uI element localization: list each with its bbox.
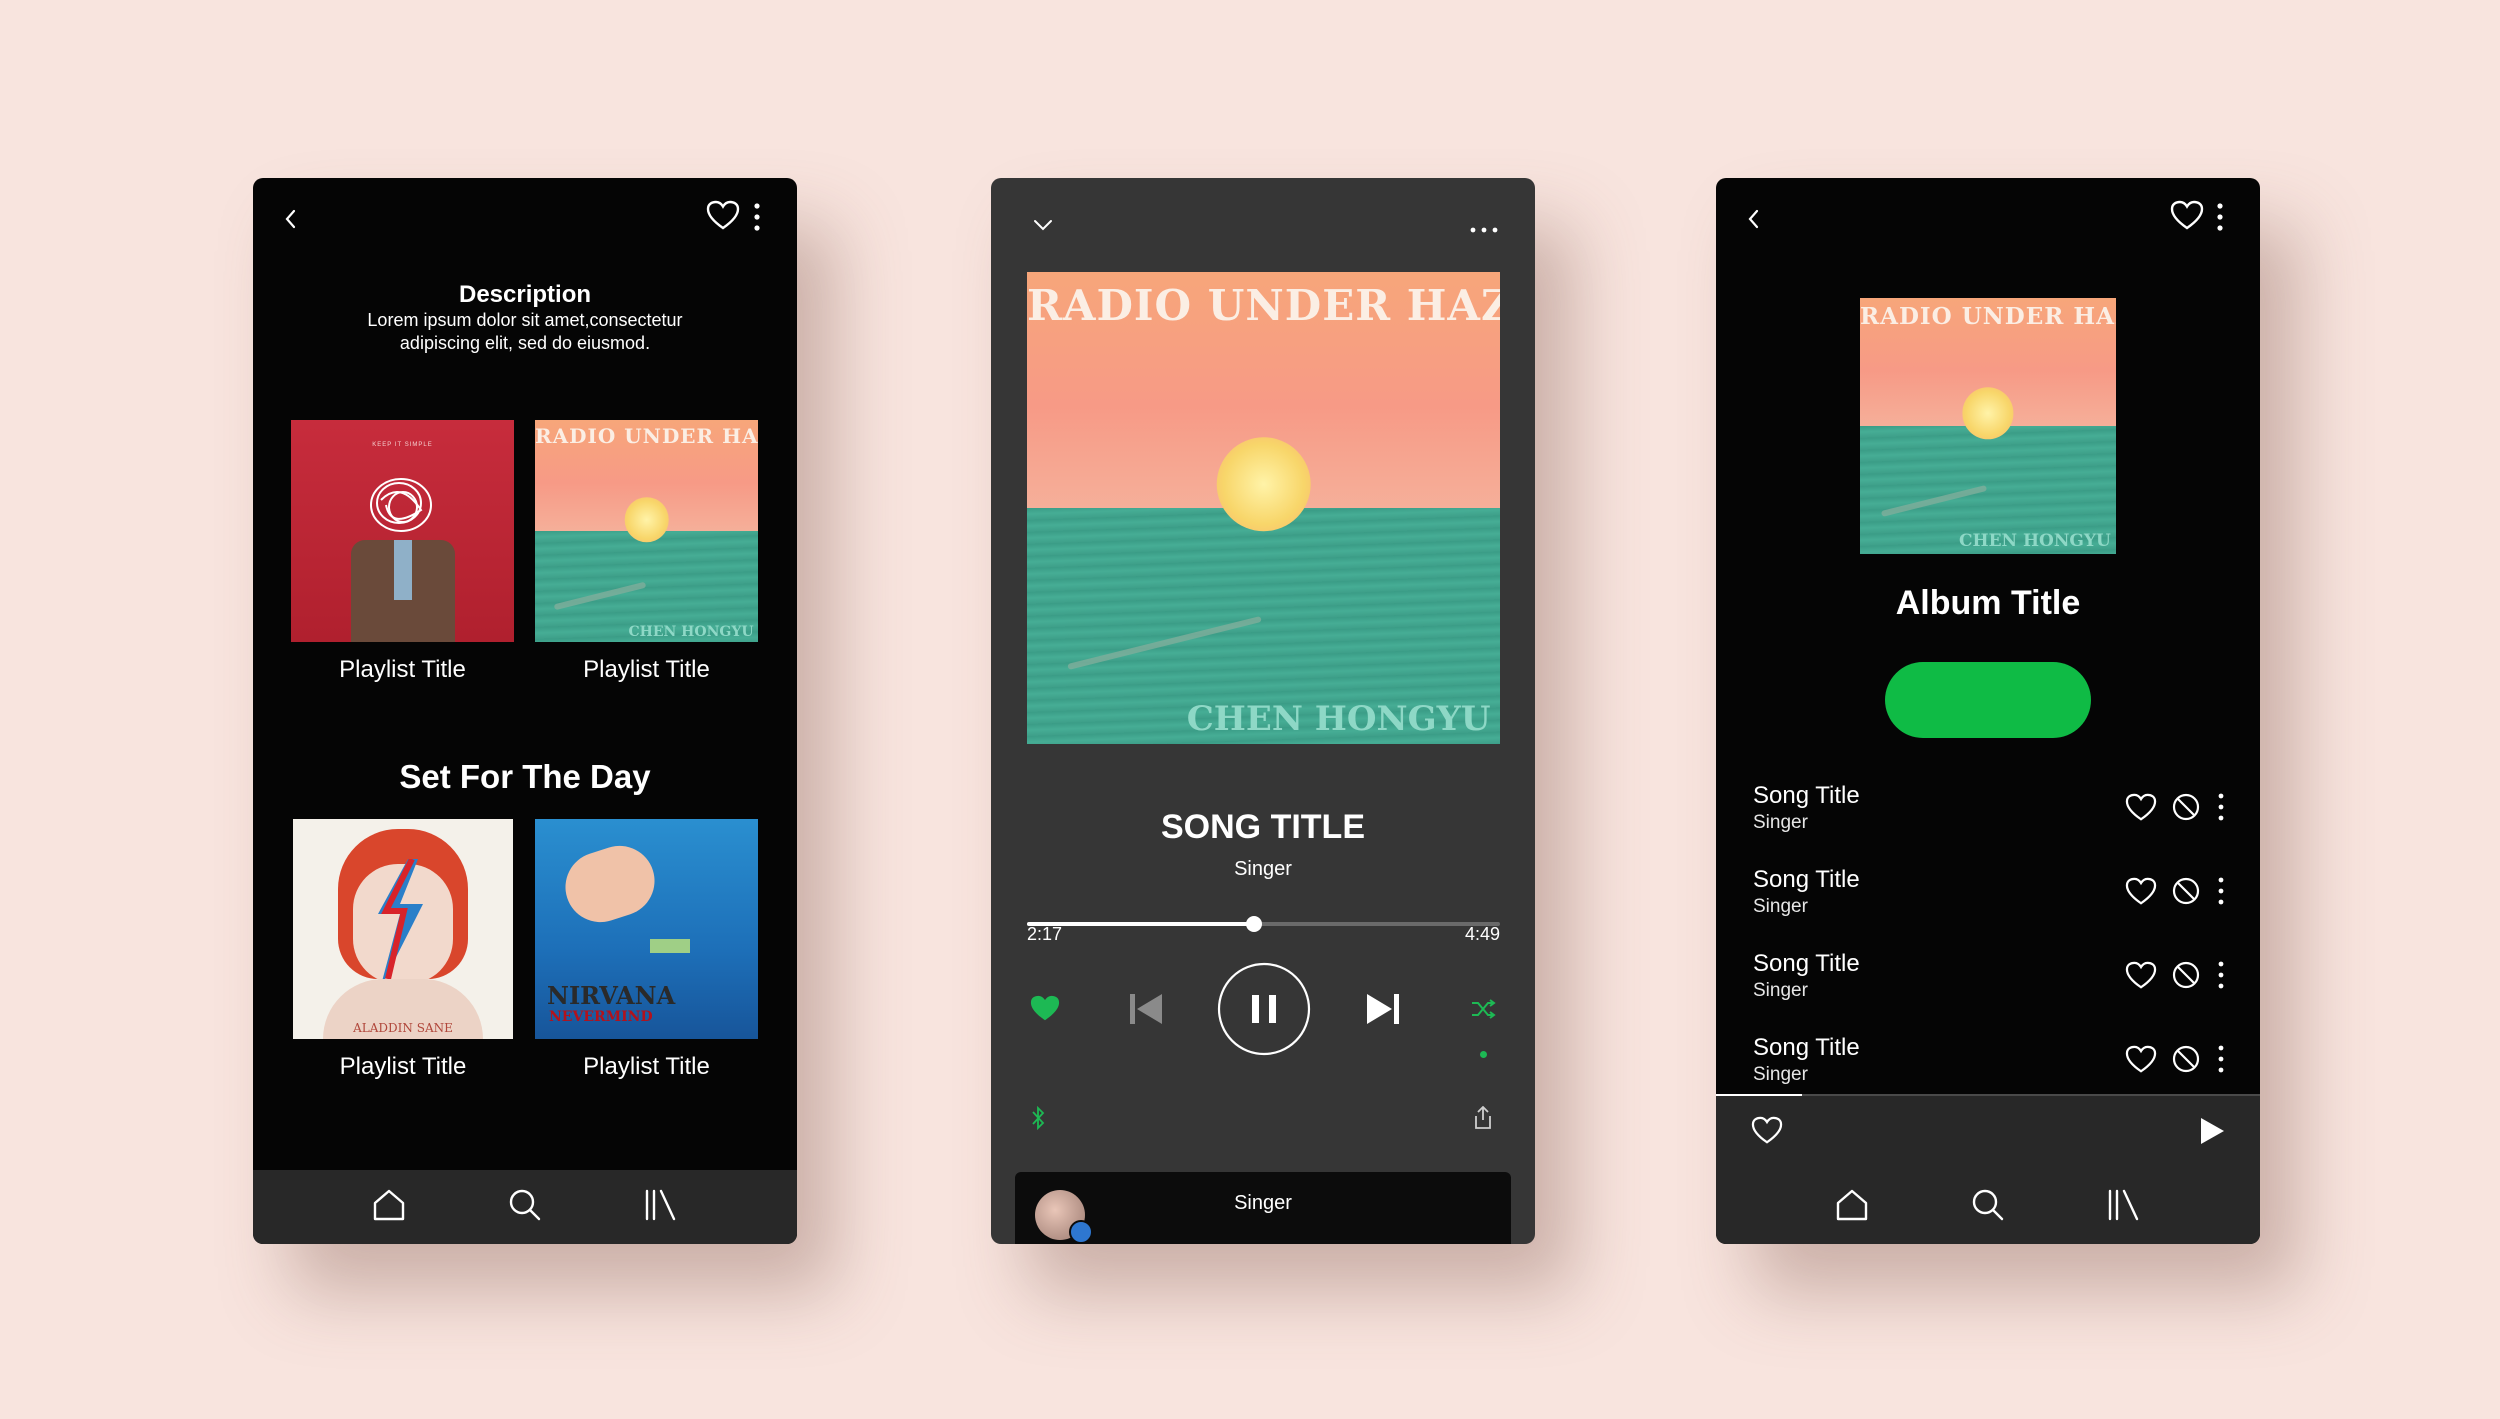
playlist-card[interactable]: NIRVANA NEVERMIND Playlist Title [535,819,758,1089]
heart-icon[interactable] [2125,961,2157,991]
more-horizontal-icon[interactable] [1469,226,1499,234]
search-icon[interactable] [1971,1188,2005,1222]
scribble-head-graphic [370,478,432,532]
cover-art-text: KEEP IT SIMPLE [372,442,433,448]
now-playing-screen: RADIO UNDER HAZE CHEN HONGYU SONG TITLE … [991,178,1535,1244]
heart-icon[interactable] [2125,877,2157,907]
share-icon[interactable] [1473,1106,1493,1130]
verified-badge-icon [1069,1220,1093,1244]
lyrics-artist-card[interactable]: Singer [1015,1172,1511,1244]
dollar-graphic [650,939,690,953]
song-singer: Singer [1753,980,1808,1001]
mini-player[interactable] [1716,1094,2260,1170]
song-title: SONG TITLE [1161,808,1365,846]
song-row[interactable]: Song Title Singer [1753,782,2233,842]
playlist-title: Playlist Title [583,656,710,683]
cover-art-album: NEVERMIND [549,1009,653,1025]
play-icon[interactable] [2198,1116,2226,1146]
song-singer: Singer [1234,858,1292,880]
chevron-left-icon[interactable] [283,208,299,230]
playlist-cover-image: RADIO UNDER HAZE CHEN HONGYU [535,420,758,642]
song-row[interactable]: Song Title Singer [1753,866,2233,926]
more-vertical-icon[interactable] [2217,792,2225,822]
more-vertical-icon[interactable] [2217,960,2225,990]
skip-next-icon[interactable] [1365,991,1401,1027]
song-singer: Singer [1753,1064,1808,1085]
playlist-card[interactable]: KEEP IT SIMPLE Playlist Title [291,420,514,690]
cover-art-title: RADIO UNDER HAZE [1860,303,2116,331]
block-icon[interactable] [2171,1044,2201,1074]
card-singer: Singer [1234,1192,1292,1214]
total-duration: 4:49 [1464,924,1500,944]
song-row[interactable]: Song Title Singer [1753,950,2233,1010]
song-title: Song Title [1753,1034,1860,1061]
more-vertical-icon[interactable] [2217,876,2225,906]
section-title: Set For The Day [399,758,651,795]
home-icon[interactable] [372,1188,406,1222]
more-vertical-icon[interactable] [753,202,761,232]
playlist-cover-image: NIRVANA NEVERMIND [535,819,758,1039]
heart-icon[interactable] [706,200,740,232]
bottom-tab-bar [253,1170,797,1244]
mini-player-progress-fill [1716,1094,1802,1096]
cover-art-title: RADIO UNDER HAZE [535,424,758,449]
more-vertical-icon[interactable] [2217,1044,2225,1074]
heart-icon[interactable] [1751,1116,1783,1146]
album-artwork: RADIO UNDER HAZE CHEN HONGYU [1027,272,1500,744]
skip-previous-icon[interactable] [1128,991,1164,1027]
song-row[interactable]: Song Title Singer [1753,1034,2233,1094]
heart-icon[interactable] [2170,200,2204,232]
pause-button[interactable] [1217,962,1311,1056]
progress-handle[interactable] [1246,916,1263,932]
block-icon[interactable] [2171,876,2201,906]
playlist-title: Playlist Title [339,1053,467,1080]
description-title: Description [458,281,592,308]
shuffle-icon[interactable] [1470,998,1496,1020]
description-text-line2: adipiscing elit, sed do eiusmod. [399,333,651,353]
heart-filled-icon[interactable] [1029,994,1061,1024]
bluetooth-icon[interactable] [1031,1106,1045,1130]
playlist-card[interactable]: RADIO UNDER HAZE CHEN HONGYU Playlist Ti… [535,420,758,690]
album-artwork: RADIO UNDER HAZE CHEN HONGYU [1860,298,2116,554]
more-vertical-icon[interactable] [2216,202,2224,232]
elapsed-time: 2:17 [1027,924,1063,944]
song-singer: Singer [1753,896,1808,917]
bottom-tab-bar [1716,1170,2260,1244]
library-icon[interactable] [643,1188,677,1222]
album-screen: RADIO UNDER HAZE CHEN HONGYU Album Title… [1716,178,2260,1244]
album-title: Album Title [1895,584,2081,622]
cover-art-artist: CHEN HONGYU [1186,699,1491,740]
lightning-bolt-graphic [378,859,423,989]
block-icon[interactable] [2171,960,2201,990]
home-icon[interactable] [1835,1188,1869,1222]
song-title: Song Title [1753,950,1860,977]
description-text-line1: Lorem ipsum dolor sit amet,consectetur [367,310,683,330]
cover-art-title: RADIO UNDER HAZE [1027,281,1500,331]
progress-bar[interactable] [1027,914,1500,934]
shirt-graphic [394,540,412,600]
heart-icon[interactable] [2125,793,2157,823]
song-singer: Singer [1753,812,1808,833]
playlist-cover-image: ALADDIN SANE [293,819,513,1039]
block-icon[interactable] [2171,792,2201,822]
search-icon[interactable] [508,1188,542,1222]
cover-art-artist: CHEN HONGYU [628,623,754,640]
chevron-left-icon[interactable] [1746,208,1762,230]
playlist-card[interactable]: ALADDIN SANE Playlist Title [293,819,513,1089]
playlist-cover-image: KEEP IT SIMPLE [291,420,514,642]
library-icon[interactable] [2106,1188,2140,1222]
playlist-title: Playlist Title [583,1053,710,1080]
song-title: Song Title [1753,866,1860,893]
shuffle-active-dot [1480,1051,1487,1058]
heart-icon[interactable] [2125,1045,2157,1075]
song-title: Song Title [1753,782,1860,809]
playlist-title: Playlist Title [339,656,466,683]
cover-art-text: ALADDIN SANE [353,1021,453,1035]
play-album-button[interactable] [1885,662,2091,738]
cover-art-band: NIRVANA [547,981,676,1010]
baby-graphic [556,836,664,932]
playlist-browse-screen: Description Lorem ipsum dolor sit amet,c… [253,178,797,1244]
cover-art-artist: CHEN HONGYU [1958,531,2111,552]
chevron-down-icon[interactable] [1032,218,1054,232]
